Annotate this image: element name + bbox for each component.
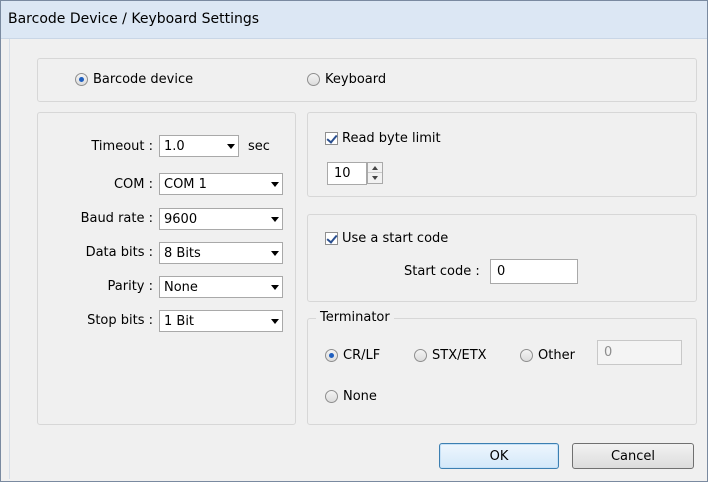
start-code-value: 0 [497,264,506,279]
window-title: Barcode Device / Keyboard Settings [8,11,260,27]
mode-panel: Barcode device Keyboard [37,58,697,102]
parity-label: Parity : [107,279,153,294]
barcode-device-label: Barcode device [93,72,194,87]
terminator-none-label: None [343,389,377,404]
stop-bits-value: 1 Bit [164,313,195,329]
read-byte-limit-spinner[interactable] [367,162,383,184]
keyboard-radio-indicator [307,73,320,86]
barcode-device-radio[interactable]: Barcode device [75,72,193,87]
start-code-label: Start code : [404,264,480,279]
read-byte-limit-panel: Read byte limit 10 [307,112,697,197]
data-bits-select[interactable]: 8 Bits [159,242,283,264]
timeout-select[interactable]: 1.0 [159,135,239,157]
cancel-button-label: Cancel [610,448,656,464]
ok-button[interactable]: OK [439,443,559,469]
terminator-crlf-radio[interactable]: CR/LF [325,348,380,363]
chevron-down-icon [268,174,282,194]
keyboard-label: Keyboard [325,72,387,87]
communication-settings-panel: Timeout : 1.0 sec COM : COM 1 Baud rate … [37,112,296,425]
terminator-stxetx-label: STX/ETX [432,348,487,363]
parity-value: None [164,279,198,295]
terminator-stxetx-radio-indicator [414,349,427,362]
terminator-group: Terminator CR/LF STX/ETX Other 0 None [307,310,697,425]
keyboard-radio[interactable]: Keyboard [307,72,386,87]
baud-rate-select[interactable]: 9600 [159,208,283,230]
chevron-down-icon [268,209,282,229]
read-byte-limit-input[interactable]: 10 [327,162,367,185]
use-start-code-checkbox[interactable]: Use a start code [325,231,448,246]
spin-down-icon[interactable] [368,173,382,183]
terminator-other-input[interactable]: 0 [597,340,682,365]
baud-rate-label: Baud rate : [80,211,153,226]
terminator-other-label: Other [538,348,575,363]
barcode-device-radio-indicator [75,73,88,86]
cancel-button[interactable]: Cancel [572,443,694,469]
com-value: COM 1 [164,176,207,192]
use-start-code-label: Use a start code [342,231,449,246]
dialog-body: Barcode device Keyboard Timeout : 1.0 se… [9,39,701,479]
terminator-legend: Terminator [316,310,394,325]
timeout-label: Timeout : [91,139,153,154]
timeout-value: 1.0 [164,138,185,154]
baud-rate-value: 9600 [164,211,198,227]
chevron-down-icon [268,311,282,331]
terminator-crlf-label: CR/LF [343,348,381,363]
terminator-stxetx-radio[interactable]: STX/ETX [414,348,487,363]
parity-select[interactable]: None [159,276,283,298]
data-bits-value: 8 Bits [164,245,201,261]
com-label: COM : [113,177,153,192]
chevron-down-icon [224,136,238,156]
read-byte-limit-value: 10 [334,166,351,181]
timeout-unit: sec [248,139,270,154]
terminator-crlf-radio-indicator [325,349,338,362]
read-byte-limit-label: Read byte limit [342,131,441,146]
stop-bits-label: Stop bits : [87,313,153,328]
terminator-other-radio[interactable]: Other [520,348,575,363]
start-code-panel: Use a start code Start code : 0 [307,214,697,302]
read-byte-limit-checkbox[interactable]: Read byte limit [325,131,441,146]
chevron-down-icon [268,243,282,263]
ok-button-label: OK [489,448,509,464]
use-start-code-checkbox-box [325,232,338,245]
read-byte-limit-checkbox-box [325,132,338,145]
com-select[interactable]: COM 1 [159,173,283,195]
terminator-none-radio[interactable]: None [325,389,377,404]
title-bar[interactable]: Barcode Device / Keyboard Settings [1,1,707,39]
terminator-other-value: 0 [604,345,613,360]
start-code-input[interactable]: 0 [490,259,578,284]
terminator-other-radio-indicator [520,349,533,362]
terminator-none-radio-indicator [325,390,338,403]
chevron-down-icon [268,277,282,297]
spin-up-icon[interactable] [368,163,382,173]
stop-bits-select[interactable]: 1 Bit [159,310,283,332]
data-bits-label: Data bits : [85,245,153,260]
barcode-keyboard-settings-dialog: Barcode Device / Keyboard Settings Barco… [0,0,708,482]
